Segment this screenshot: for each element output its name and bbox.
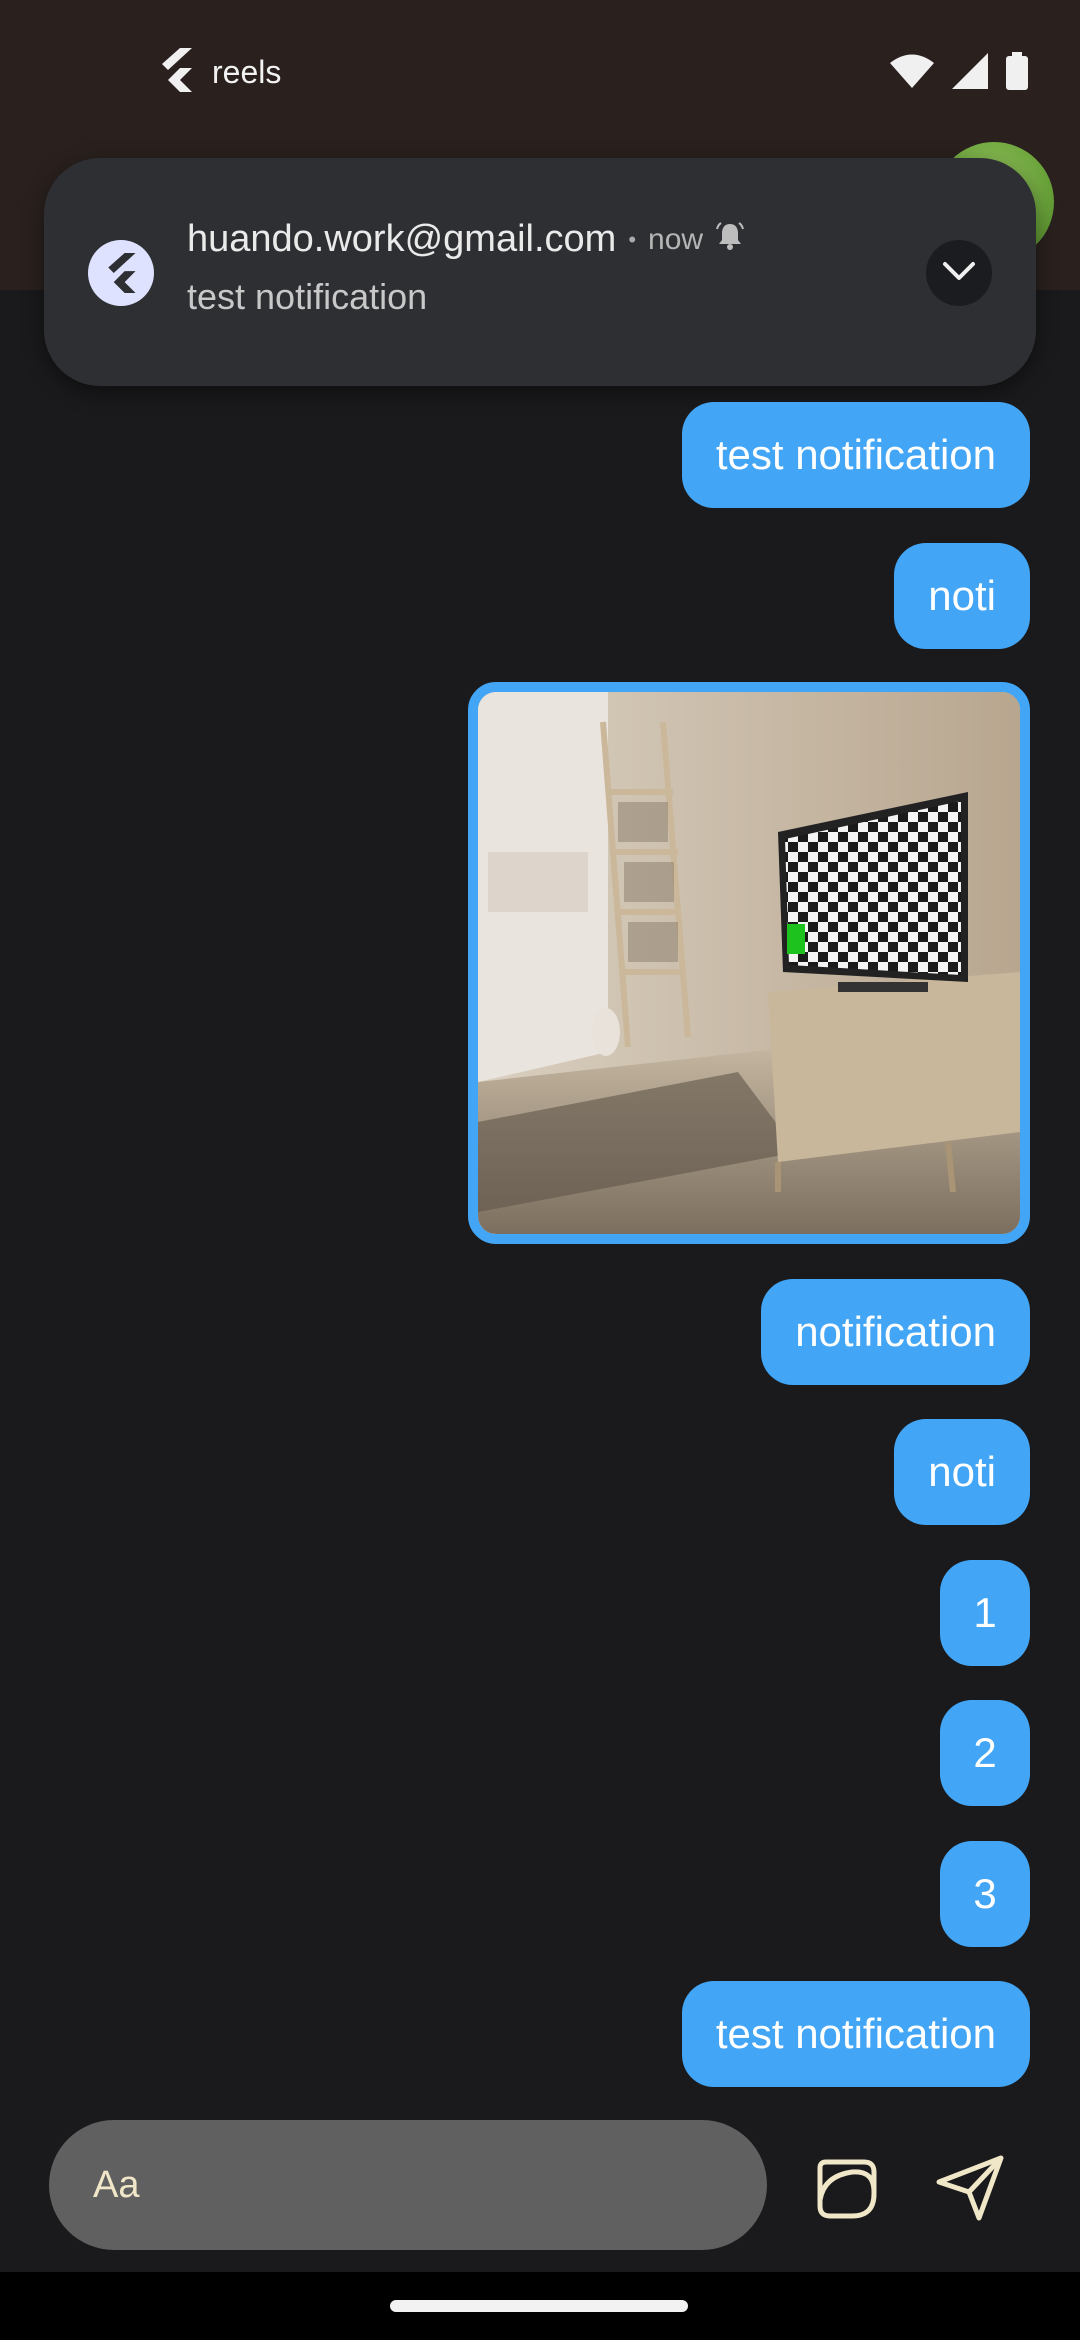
message-bubble[interactable]: test notification [681, 402, 1030, 508]
message-input[interactable]: Aa [49, 2120, 767, 2250]
message-bubble[interactable]: 3 [940, 1841, 1030, 1947]
flutter-logo-icon [158, 48, 194, 97]
sticker-icon [812, 2159, 882, 2228]
image-message[interactable] [468, 682, 1030, 1244]
signal-icon [952, 53, 988, 94]
message-bubble[interactable]: 2 [940, 1700, 1030, 1806]
home-indicator[interactable] [390, 2300, 688, 2312]
message-bubble[interactable]: 1 [940, 1560, 1030, 1666]
status-app-name: reels [212, 54, 282, 90]
notification-message: test notification [187, 276, 428, 317]
heads-up-notification[interactable]: huando.work@gmail.com • now test notific… [44, 158, 1036, 386]
message-bubble[interactable]: test notification [681, 1981, 1030, 2087]
send-button[interactable] [935, 2152, 1007, 2224]
send-icon [935, 2155, 1007, 2228]
message-input-placeholder: Aa [93, 2164, 140, 2206]
notification-time: now [648, 222, 704, 256]
notification-separator: • [628, 226, 637, 252]
flutter-logo-icon [88, 240, 154, 306]
sticker-button[interactable] [812, 2154, 882, 2224]
battery-icon [1006, 52, 1028, 95]
alert-bell-icon [715, 218, 745, 261]
message-bubble[interactable]: noti [894, 1419, 1030, 1525]
message-bubble[interactable]: noti [894, 543, 1030, 649]
expand-notification-button[interactable] [926, 240, 992, 306]
chevron-down-icon [942, 261, 976, 286]
notification-header: huando.work@gmail.com • now [187, 218, 745, 261]
wifi-icon [890, 54, 934, 93]
notification-sender: huando.work@gmail.com [187, 218, 617, 260]
status-icons [890, 52, 1028, 95]
status-bar-app: reels [158, 48, 281, 97]
message-bubble[interactable]: notification [761, 1279, 1030, 1385]
room-photo [478, 692, 1020, 1234]
